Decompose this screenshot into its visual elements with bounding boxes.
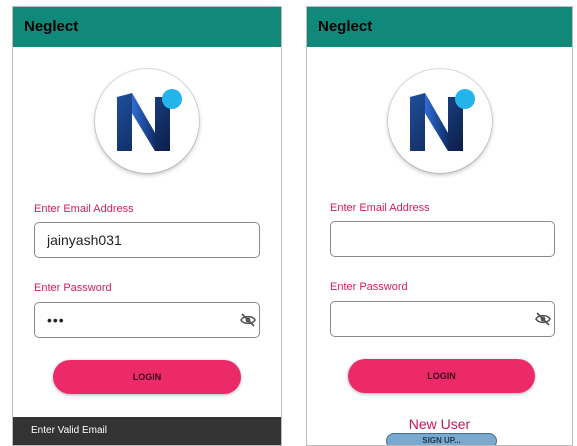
login-button[interactable]: LOGIN — [348, 359, 535, 393]
email-field[interactable] — [34, 222, 260, 258]
email-label: Enter Email Address — [330, 202, 430, 214]
new-user-link[interactable]: New User — [307, 416, 572, 432]
app-logo — [388, 69, 492, 173]
password-field[interactable] — [330, 301, 555, 337]
snackbar-message: Enter Valid Email — [31, 425, 107, 436]
login-screen-filled: Neglect Enter Email Address Enter Passwo… — [12, 6, 282, 446]
app-title: Neglect — [13, 7, 281, 47]
login-button[interactable]: LOGIN — [53, 360, 241, 394]
snackbar: Enter Valid Email — [13, 417, 281, 445]
eye-off-icon[interactable] — [240, 312, 256, 328]
app-logo — [95, 69, 199, 173]
password-label: Enter Password — [34, 282, 112, 294]
password-field[interactable] — [34, 302, 260, 338]
eye-off-icon[interactable] — [535, 311, 551, 327]
password-label: Enter Password — [330, 281, 408, 293]
login-screen-empty: Neglect Enter Email Address Enter Passwo… — [306, 6, 573, 446]
n-logo-icon — [117, 89, 182, 151]
email-label: Enter Email Address — [34, 203, 134, 215]
sign-up-button[interactable]: SIGN UP... — [386, 433, 497, 445]
n-logo-icon — [410, 89, 475, 151]
app-title: Neglect — [307, 7, 572, 47]
email-field[interactable] — [330, 221, 555, 257]
